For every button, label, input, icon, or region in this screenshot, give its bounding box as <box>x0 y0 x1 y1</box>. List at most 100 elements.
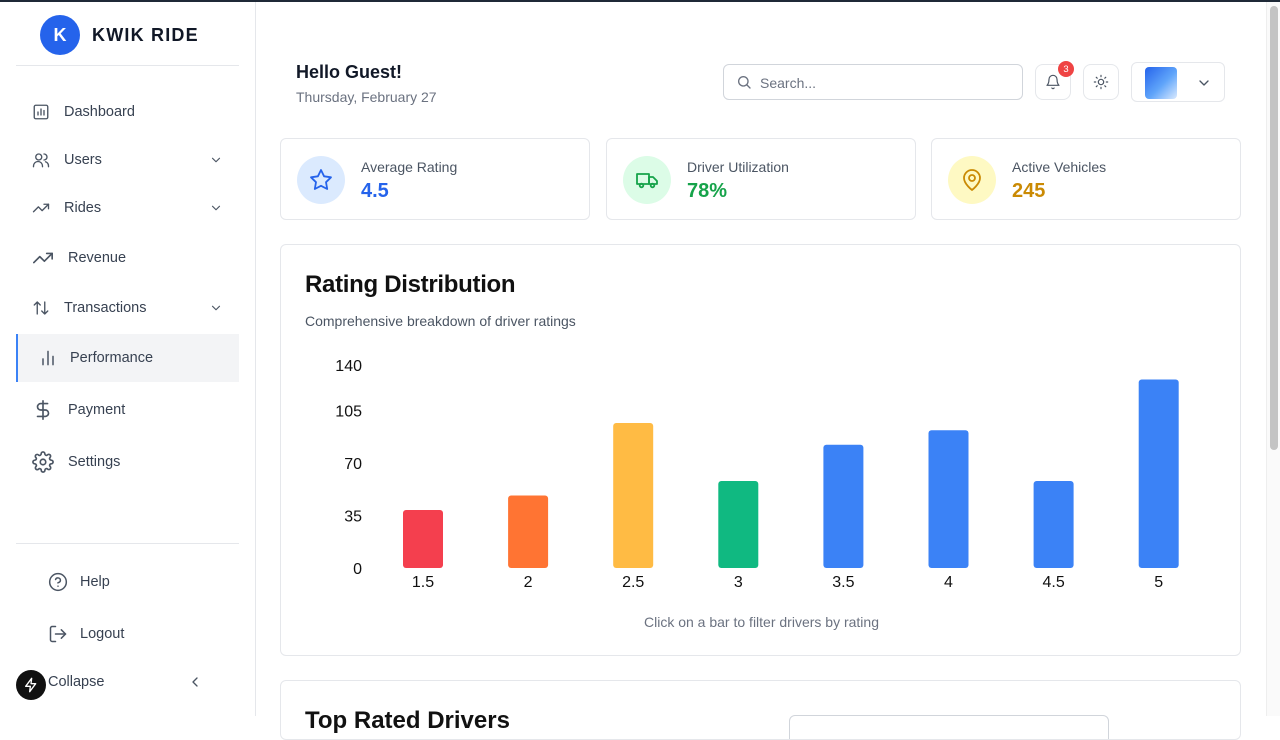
current-date: Thursday, February 27 <box>296 89 437 105</box>
lightning-icon <box>23 677 39 693</box>
y-tick-label: 70 <box>344 456 362 473</box>
dev-tools-button[interactable] <box>16 670 46 700</box>
sidebar-item-revenue[interactable]: Revenue <box>16 234 239 282</box>
dollar-icon <box>32 399 54 421</box>
sidebar-item-performance[interactable]: Performance <box>16 334 239 382</box>
chevron-down-icon <box>1196 75 1212 91</box>
rating-bar-3.5[interactable] <box>823 444 864 568</box>
stat-icon-circle <box>623 156 671 204</box>
sidebar-item-label: Dashboard <box>64 104 135 120</box>
search-box[interactable] <box>723 64 1023 100</box>
star-icon <box>309 168 333 192</box>
sidebar-item-label: Revenue <box>68 250 127 266</box>
bar-chart-icon <box>38 348 58 368</box>
users-icon <box>32 151 50 169</box>
stat-value: 245 <box>1012 180 1046 202</box>
sidebar-item-label: Transactions <box>64 300 147 316</box>
scrollbar[interactable] <box>1266 0 1280 716</box>
bell-icon <box>1045 74 1061 90</box>
sidebar: K KWIK RIDE Dashboard Users Rides Revenu… <box>0 0 256 716</box>
x-tick-label: 2 <box>524 574 533 591</box>
x-tick-label: 5 <box>1154 574 1163 591</box>
rating-bar-chart: 0 35 70 105 140 1.5 2 2.5 3 3.5 4 4.5 5 <box>335 358 1179 591</box>
chevron-down-icon[interactable] <box>209 201 223 215</box>
x-tick-label: 1.5 <box>412 574 434 591</box>
sun-icon <box>1093 74 1109 90</box>
y-tick-label: 0 <box>353 561 362 578</box>
notification-badge: 3 <box>1058 61 1074 77</box>
rating-bar-4.5[interactable] <box>1033 481 1074 568</box>
sidebar-item-transactions[interactable]: Transactions <box>16 284 239 332</box>
sidebar-item-logout[interactable]: Logout <box>16 610 239 658</box>
brand-logo: K <box>40 15 80 55</box>
stat-label: Driver Utilization <box>687 159 789 175</box>
brand-name: KWIK RIDE <box>92 24 199 45</box>
stat-value: 4.5 <box>361 180 389 202</box>
x-tick-label: 3 <box>734 574 743 591</box>
dashboard-icon <box>32 103 50 121</box>
sidebar-item-rides[interactable]: Rides <box>16 184 239 232</box>
sidebar-item-label: Help <box>80 574 110 590</box>
sidebar-item-label: Logout <box>80 626 125 642</box>
theme-toggle-button[interactable] <box>1083 64 1119 100</box>
rating-bar-3[interactable] <box>718 481 759 568</box>
sidebar-divider <box>16 65 239 66</box>
x-tick-label: 2.5 <box>622 574 644 591</box>
x-tick-label: 3.5 <box>832 574 854 591</box>
stat-card-average-rating: Average Rating 4.5 <box>280 138 590 220</box>
driver-search-input[interactable] <box>789 715 1109 739</box>
y-tick-label: 140 <box>335 358 362 375</box>
rating-bar-4[interactable] <box>928 430 969 568</box>
search-input[interactable] <box>760 73 1010 93</box>
search-icon <box>736 74 752 95</box>
profile-menu[interactable] <box>1131 62 1225 102</box>
map-pin-icon <box>960 168 984 192</box>
main-content: Hello Guest! Thursday, February 27 3 Ave… <box>256 0 1266 740</box>
x-tick-label: 4.5 <box>1042 574 1064 591</box>
sidebar-item-label: Rides <box>64 200 102 216</box>
rating-distribution-card: Rating Distribution Comprehensive breakd… <box>280 244 1241 656</box>
section-title: Top Rated Drivers <box>305 707 510 734</box>
trending-up-icon <box>32 247 54 269</box>
help-circle-icon <box>48 572 68 592</box>
logout-icon <box>48 624 68 644</box>
rating-bar-5[interactable] <box>1138 379 1179 569</box>
truck-icon <box>635 168 659 192</box>
rating-bar-1.5[interactable] <box>403 510 443 568</box>
sidebar-item-payment[interactable]: Payment <box>16 386 239 434</box>
stat-icon-circle <box>948 156 996 204</box>
chevron-down-icon[interactable] <box>209 301 223 315</box>
sidebar-item-label: Payment <box>68 402 126 418</box>
stat-label: Active Vehicles <box>1012 159 1107 175</box>
sidebar-divider <box>16 543 239 544</box>
rating-bar-2[interactable] <box>508 495 549 569</box>
collapse-button[interactable]: Collapse <box>16 658 239 706</box>
sidebar-item-dashboard[interactable]: Dashboard <box>16 88 239 136</box>
y-tick-label: 35 <box>344 509 362 526</box>
greeting: Hello Guest! <box>296 62 403 82</box>
sidebar-item-help[interactable]: Help <box>16 558 239 606</box>
arrows-up-down-icon <box>32 299 50 317</box>
avatar <box>1145 67 1177 99</box>
sidebar-item-label: Settings <box>68 454 121 470</box>
rating-bar-2.5[interactable] <box>613 423 654 568</box>
stat-card-active-vehicles: Active Vehicles 245 <box>931 138 1241 220</box>
top-rated-drivers-card: Top Rated Drivers <box>280 680 1241 740</box>
stat-icon-circle <box>297 156 345 204</box>
sidebar-item-settings[interactable]: Settings <box>16 438 239 486</box>
gear-icon <box>32 451 54 473</box>
sidebar-item-users[interactable]: Users <box>16 136 239 184</box>
brand[interactable]: K KWIK RIDE <box>40 15 199 55</box>
chart-hint: Click on a bar to filter drivers by rati… <box>644 614 879 630</box>
collapse-label: Collapse <box>48 674 105 690</box>
window-top-border <box>0 0 1280 2</box>
chevron-left-icon <box>187 674 203 690</box>
scrollbar-thumb[interactable] <box>1270 6 1278 450</box>
x-tick-label: 4 <box>944 574 953 591</box>
trending-up-icon <box>32 199 50 217</box>
chevron-down-icon[interactable] <box>209 153 223 167</box>
stat-card-driver-utilization: Driver Utilization 78% <box>606 138 916 220</box>
sidebar-item-label: Performance <box>70 350 154 366</box>
stat-value: 78% <box>687 180 728 202</box>
stat-label: Average Rating <box>361 159 458 175</box>
